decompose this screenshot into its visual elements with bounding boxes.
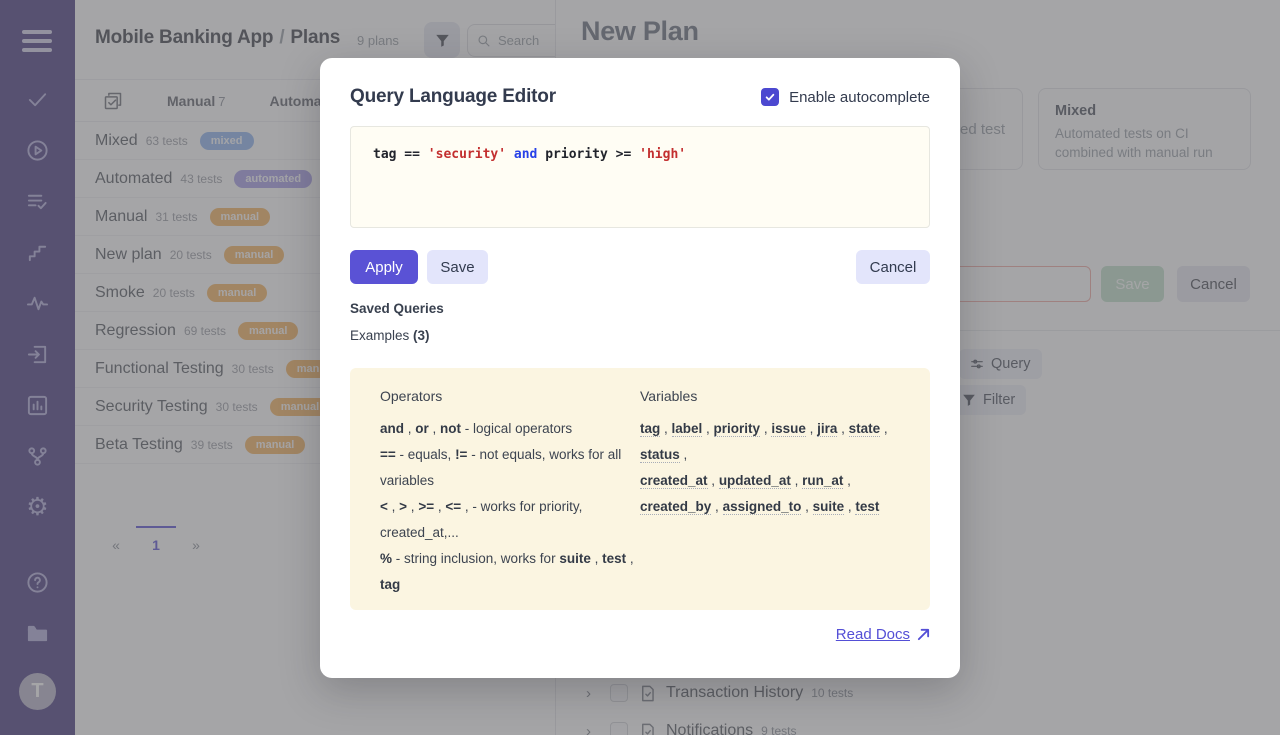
help-text-line: created_at , updated_at , run_at , <box>640 468 900 494</box>
help-text-line: and , or , not - logical operators <box>380 416 630 442</box>
variables-title: Variables <box>640 388 900 404</box>
variables-lines: tag , label , priority , issue , jira , … <box>640 416 900 520</box>
operators-column: Operators and , or , not - logical opera… <box>380 388 630 598</box>
help-text-line: created_by , assigned_to , suite , test <box>640 494 900 520</box>
operators-lines: and , or , not - logical operators== - e… <box>380 416 630 598</box>
checkbox-checked-icon[interactable] <box>761 88 779 106</box>
query-editor-modal: Query Language Editor Enable autocomplet… <box>320 58 960 678</box>
help-text-line: status , <box>640 442 900 468</box>
help-text-line: == - equals, != - not equals, works for … <box>380 442 630 468</box>
modal-title: Query Language Editor <box>350 86 556 108</box>
cancel-button[interactable]: Cancel <box>856 250 930 284</box>
query-code-line: tag == 'security' and priority >= 'high' <box>373 147 907 162</box>
read-docs-link[interactable]: Read Docs <box>836 626 930 643</box>
help-text-line: tag , label , priority , issue , jira , … <box>640 416 900 442</box>
autocomplete-label: Enable autocomplete <box>789 89 930 106</box>
operators-title: Operators <box>380 388 630 404</box>
external-link-icon <box>917 628 930 641</box>
query-code-editor[interactable]: tag == 'security' and priority >= 'high' <box>350 126 930 228</box>
help-text-line: created_at,... <box>380 520 630 546</box>
save-query-button[interactable]: Save <box>427 250 488 284</box>
variables-column: Variables tag , label , priority , issue… <box>640 388 900 598</box>
help-text-line: % - string inclusion, works for suite , … <box>380 546 630 572</box>
apply-button[interactable]: Apply <box>350 250 418 284</box>
saved-queries-link[interactable]: Saved Queries <box>350 301 444 316</box>
examples-link[interactable]: Examples (3) <box>350 328 430 343</box>
query-help-panel: Operators and , or , not - logical opera… <box>350 368 930 610</box>
help-text-line: < , > , >= , <= , - works for priority, <box>380 494 630 520</box>
app-root: ⚙ T Mobile Banking App/Plans 9 plans Man… <box>0 0 1280 735</box>
help-text-line: tag <box>380 572 630 598</box>
autocomplete-toggle[interactable]: Enable autocomplete <box>761 88 930 106</box>
help-text-line: variables <box>380 468 630 494</box>
